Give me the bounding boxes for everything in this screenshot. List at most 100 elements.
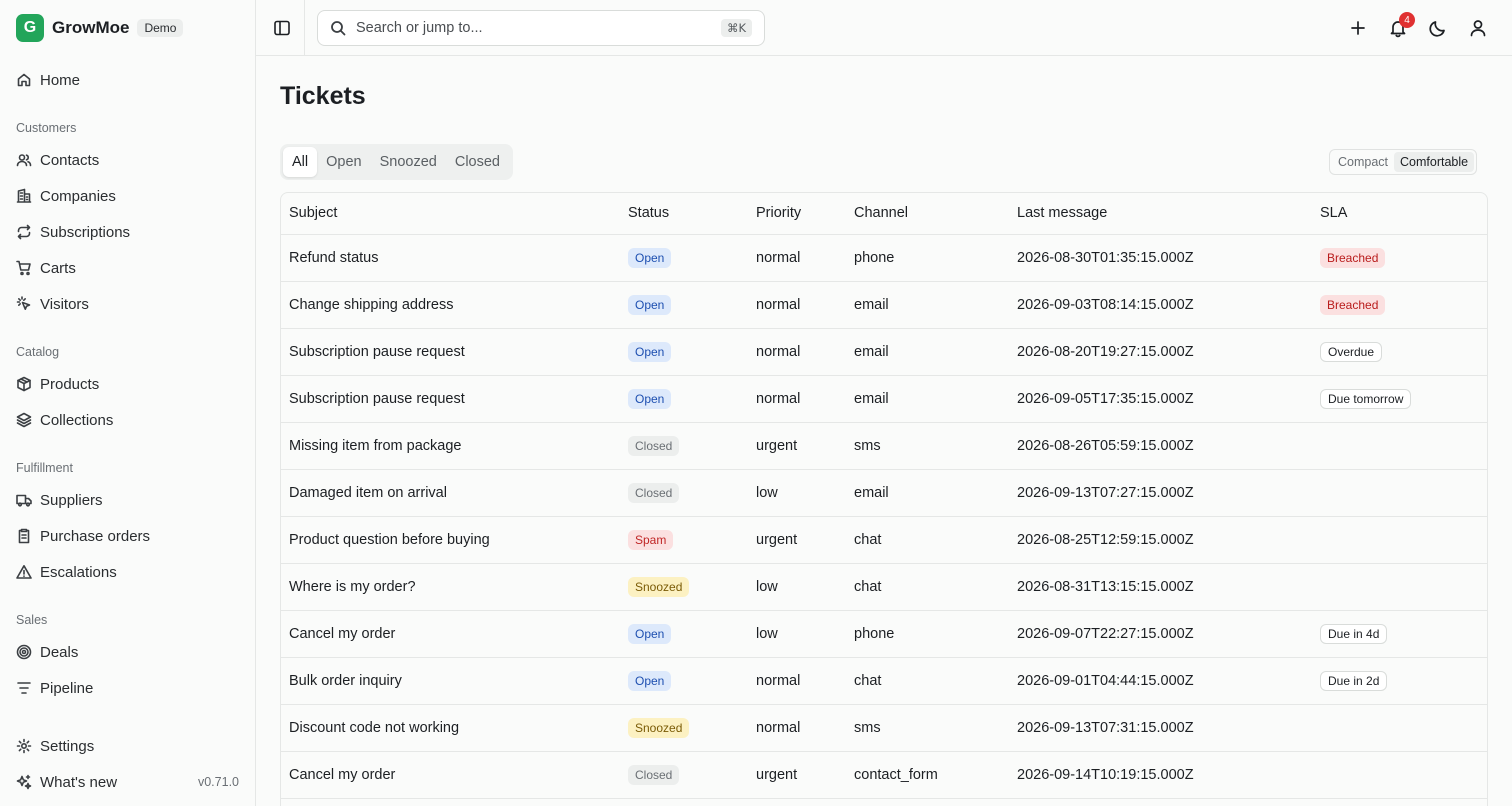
topbar-divider xyxy=(304,0,305,56)
table-row[interactable]: Where is my order? Snoozed low chat 2026-08-… xyxy=(281,563,1487,611)
status-badge: Open xyxy=(628,341,672,362)
cell-subject: Bulk order inquiry xyxy=(281,657,620,705)
search-input[interactable] xyxy=(356,20,706,36)
moon-icon xyxy=(1429,21,1445,37)
sidebar-item-subscriptions[interactable]: Subscriptions xyxy=(0,214,255,250)
cell-sla xyxy=(1312,422,1487,470)
table-row[interactable]: Subscription pause request Open normal emai… xyxy=(281,328,1487,376)
table-row[interactable]: Damaged item on arrival Closed low email 202… xyxy=(281,469,1487,517)
pipeline-icon xyxy=(17,682,31,694)
tab-all[interactable]: All xyxy=(283,147,318,177)
sla-badge: Breached xyxy=(1320,247,1386,268)
table-header-row: Subject Status Priority Channel Last mes… xyxy=(281,193,1487,235)
brand[interactable]: G GrowMoe Demo xyxy=(16,14,184,42)
sidebar-item-home[interactable]: Home xyxy=(0,62,255,98)
density-compact-option[interactable]: Compact xyxy=(1332,152,1394,172)
sidebar-panel-icon xyxy=(274,20,290,36)
sidebar-item-label: Products xyxy=(40,375,100,393)
sidebar-item-products[interactable]: Products xyxy=(0,366,255,402)
column-header-subject[interactable]: Subject xyxy=(281,193,620,235)
alert-triangle-icon xyxy=(16,565,32,579)
sidebar-item-deals[interactable]: Deals xyxy=(0,634,255,670)
users-icon xyxy=(16,154,32,167)
sidebar-section-sales: Sales xyxy=(16,613,48,627)
table-row[interactable]: Cancel my order Closed urgent contact_form 2… xyxy=(281,751,1487,799)
table-row[interactable]: Change shipping address Open normal email 20… xyxy=(281,281,1487,329)
cell-status: Open xyxy=(620,375,748,423)
status-tabs: All Open Snoozed Closed xyxy=(280,144,513,180)
cell-sla xyxy=(1312,704,1487,752)
sidebar-item-settings[interactable]: Settings xyxy=(0,728,255,764)
search-shortcut: ⌘K xyxy=(720,19,752,37)
column-header-sla[interactable]: SLA xyxy=(1312,193,1487,235)
table-row[interactable]: Missing item from package Closed urgent sms… xyxy=(281,422,1487,470)
sidebar-item-label: Settings xyxy=(40,737,95,755)
sidebar-item-label: Purchase orders xyxy=(40,527,151,545)
cell-last-message: 2026-09-01T04:44:15.000Z xyxy=(1009,657,1312,705)
table-row[interactable]: Bulk order inquiry Open normal chat 2026-09-… xyxy=(281,657,1487,705)
cell-channel: email xyxy=(846,328,1009,376)
sidebar-item-escalations[interactable]: Escalations xyxy=(0,554,255,590)
env-badge: Demo xyxy=(137,19,184,37)
sla-badge: Due in 4d xyxy=(1320,623,1388,644)
sidebar-item-suppliers[interactable]: Suppliers xyxy=(0,482,255,518)
truck-icon xyxy=(16,494,32,507)
cell-channel: contact_form xyxy=(846,751,1009,799)
cell-subject: Cancel my order xyxy=(281,751,620,799)
cell-last-message: 2026-08-25T12:59:15.000Z xyxy=(1009,516,1312,564)
cell-priority: low xyxy=(748,563,846,611)
sidebar-toggle-button[interactable] xyxy=(272,18,292,38)
table-body: Refund status Open normal phone 2026-08-30T0… xyxy=(281,234,1487,799)
cell-last-message: 2026-09-14T10:19:15.000Z xyxy=(1009,751,1312,799)
sidebar-item-whats-new[interactable]: What's new v0.71.0 xyxy=(0,764,255,800)
package-icon xyxy=(17,376,31,392)
cell-priority: normal xyxy=(748,657,846,705)
tab-snoozed[interactable]: Snoozed xyxy=(371,147,446,177)
notification-count-badge: 4 xyxy=(1399,12,1415,28)
table-row[interactable]: Discount code not working Snoozed normal sm… xyxy=(281,704,1487,752)
theme-toggle-button[interactable] xyxy=(1428,18,1448,38)
column-header-priority[interactable]: Priority xyxy=(748,193,846,235)
cell-last-message: 2026-08-30T01:35:15.000Z xyxy=(1009,234,1312,282)
tab-open[interactable]: Open xyxy=(317,147,370,177)
sidebar-item-visitors[interactable]: Visitors xyxy=(0,286,255,322)
cell-subject: Cancel my order xyxy=(281,610,620,658)
sidebar-item-contacts[interactable]: Contacts xyxy=(0,142,255,178)
app-name: GrowMoe xyxy=(52,18,130,37)
column-header-last-message[interactable]: Last message xyxy=(1009,193,1312,235)
sidebar-item-pipeline[interactable]: Pipeline xyxy=(0,670,255,706)
tab-closed[interactable]: Closed xyxy=(446,147,509,177)
cell-subject: Subscription pause request xyxy=(281,328,620,376)
cell-status: Spam xyxy=(620,516,748,564)
status-badge: Open xyxy=(628,294,672,315)
sidebar-item-companies[interactable]: Companies xyxy=(0,178,255,214)
table-row[interactable]: Subscription pause request Open normal emai… xyxy=(281,375,1487,423)
density-comfortable-option[interactable]: Comfortable xyxy=(1394,152,1475,172)
create-button[interactable] xyxy=(1348,18,1368,38)
sidebar-item-collections[interactable]: Collections xyxy=(0,402,255,438)
column-header-channel[interactable]: Channel xyxy=(846,193,1009,235)
cell-status: Open xyxy=(620,610,748,658)
column-header-status[interactable]: Status xyxy=(620,193,748,235)
search-box[interactable]: ⌘K xyxy=(317,10,765,46)
sidebar-footer: Settings What's new v0.71.0 xyxy=(0,728,255,800)
table-row[interactable]: Product question before buying Spam urgent… xyxy=(281,516,1487,564)
cell-status: Snoozed xyxy=(620,704,748,752)
cell-subject: Product question before buying xyxy=(281,516,620,564)
cell-channel: email xyxy=(846,469,1009,517)
sidebar-item-label: Pipeline xyxy=(40,679,94,697)
building-icon xyxy=(16,188,32,203)
cell-priority: normal xyxy=(748,375,846,423)
status-badge: Open xyxy=(628,388,672,409)
cell-status: Open xyxy=(620,328,748,376)
sidebar-item-label: Carts xyxy=(40,259,76,277)
sla-badge: Breached xyxy=(1320,294,1386,315)
cell-last-message: 2026-09-13T07:31:15.000Z xyxy=(1009,704,1312,752)
home-icon xyxy=(17,73,31,87)
table-row[interactable]: Cancel my order Open low phone 2026-09-07T22… xyxy=(281,610,1487,658)
user-menu-button[interactable] xyxy=(1468,18,1488,38)
cell-channel: phone xyxy=(846,234,1009,282)
sidebar-item-carts[interactable]: Carts xyxy=(0,250,255,286)
sidebar-item-purchase-orders[interactable]: Purchase orders xyxy=(0,518,255,554)
table-row[interactable]: Refund status Open normal phone 2026-08-30T0… xyxy=(281,234,1487,282)
